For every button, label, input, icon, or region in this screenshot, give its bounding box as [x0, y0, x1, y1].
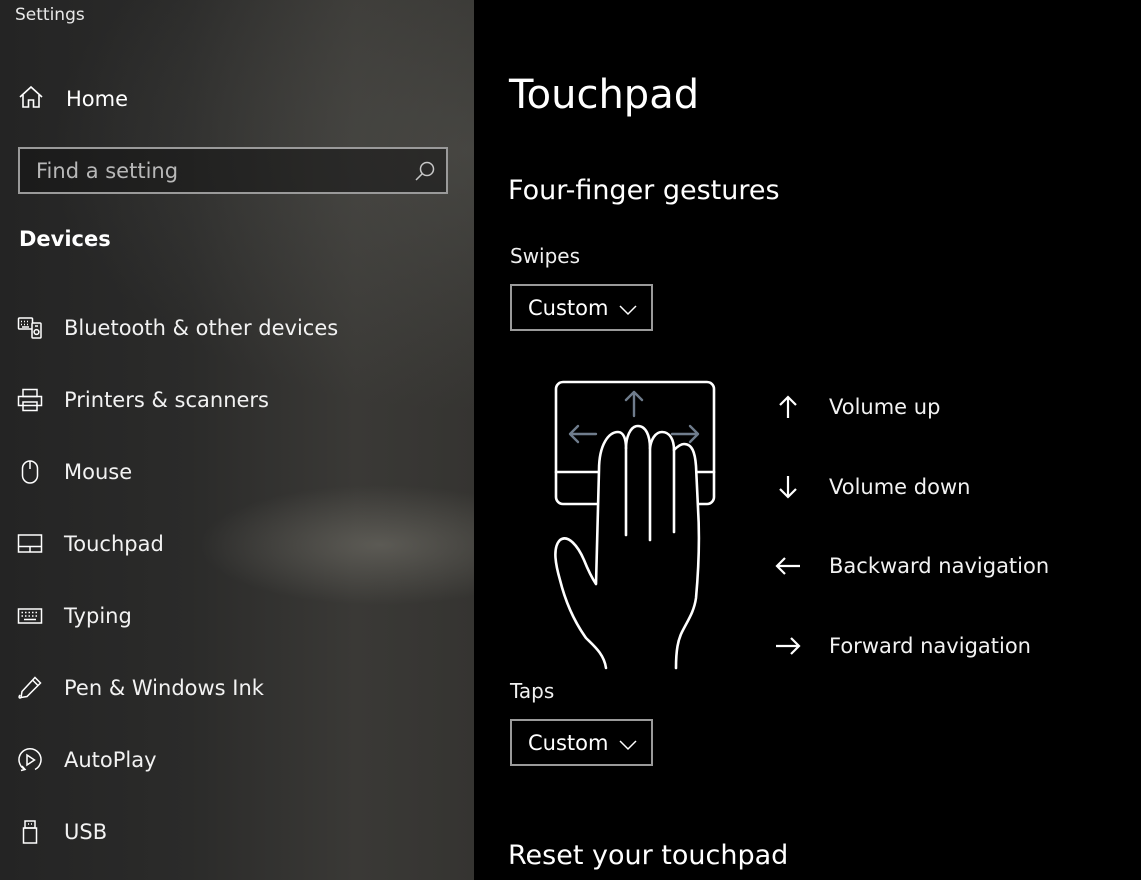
four-finger-heading: Four-finger gestures — [508, 175, 780, 206]
touchpad-icon — [17, 531, 43, 557]
taps-label: Taps — [510, 679, 555, 703]
gesture-label: Backward navigation — [829, 554, 1050, 578]
section-title-devices: Devices — [19, 227, 111, 251]
home-icon — [18, 84, 44, 114]
arrow-left-icon — [774, 556, 802, 576]
gesture-up-row: Volume up — [774, 391, 940, 423]
search-input[interactable] — [20, 149, 416, 192]
autoplay-icon — [17, 747, 43, 773]
gesture-left-row: Backward navigation — [774, 550, 1049, 582]
sidebar-item-home[interactable]: Home — [18, 84, 128, 114]
gesture-down-row: Volume down — [774, 471, 970, 503]
swipes-value: Custom — [528, 295, 609, 320]
sidebar-item-label: Bluetooth & other devices — [64, 316, 339, 340]
sidebar-item-typing[interactable]: Typing — [17, 598, 457, 634]
page-title: Touchpad — [509, 72, 700, 118]
chevron-down-icon — [619, 301, 637, 320]
gesture-label: Forward navigation — [829, 634, 1031, 658]
gesture-label: Volume down — [829, 475, 971, 499]
arrow-right-icon — [774, 636, 802, 656]
swipes-dropdown[interactable]: Custom — [510, 284, 653, 331]
sidebar: Settings Home Devices — [0, 0, 474, 880]
chevron-down-icon — [619, 736, 637, 755]
four-finger-swipe-illustration — [554, 380, 724, 676]
gesture-right-row: Forward navigation — [774, 630, 1031, 662]
keyboard-icon — [17, 603, 43, 629]
sidebar-item-mouse[interactable]: Mouse — [17, 454, 457, 490]
sidebar-item-label: AutoPlay — [64, 748, 157, 772]
sidebar-item-pen[interactable]: Pen & Windows Ink — [17, 670, 457, 706]
taps-value: Custom — [528, 730, 609, 755]
arrow-up-icon — [774, 395, 802, 419]
settings-window: Settings Home Devices — [0, 0, 1141, 880]
sidebar-item-label: USB — [64, 820, 108, 844]
main-content: Touchpad Four-finger gestures Swipes Cus… — [474, 0, 1141, 880]
search-box — [18, 147, 448, 194]
sidebar-item-label: Typing — [64, 604, 132, 628]
gesture-label: Volume up — [829, 395, 941, 419]
taps-dropdown[interactable]: Custom — [510, 719, 653, 766]
sidebar-item-touchpad[interactable]: Touchpad — [17, 526, 457, 562]
search-icon[interactable] — [414, 160, 436, 186]
reset-heading: Reset your touchpad — [508, 840, 789, 871]
sidebar-item-label: Printers & scanners — [64, 388, 269, 412]
pen-icon — [17, 675, 43, 701]
sidebar-item-usb[interactable]: USB — [17, 814, 457, 850]
sidebar-item-label: Mouse — [64, 460, 133, 484]
sidebar-item-printers[interactable]: Printers & scanners — [17, 382, 457, 418]
home-label: Home — [66, 87, 129, 111]
printer-icon — [17, 387, 43, 413]
sidebar-item-autoplay[interactable]: AutoPlay — [17, 742, 457, 778]
sidebar-item-label: Pen & Windows Ink — [64, 676, 264, 700]
mouse-icon — [17, 459, 43, 485]
swipes-label: Swipes — [510, 244, 581, 268]
usb-icon — [17, 819, 43, 845]
app-title: Settings — [15, 5, 85, 25]
sidebar-item-label: Touchpad — [64, 532, 164, 556]
bluetooth-devices-icon — [17, 315, 43, 341]
arrow-down-icon — [774, 475, 802, 499]
sidebar-item-bluetooth[interactable]: Bluetooth & other devices — [17, 310, 457, 346]
